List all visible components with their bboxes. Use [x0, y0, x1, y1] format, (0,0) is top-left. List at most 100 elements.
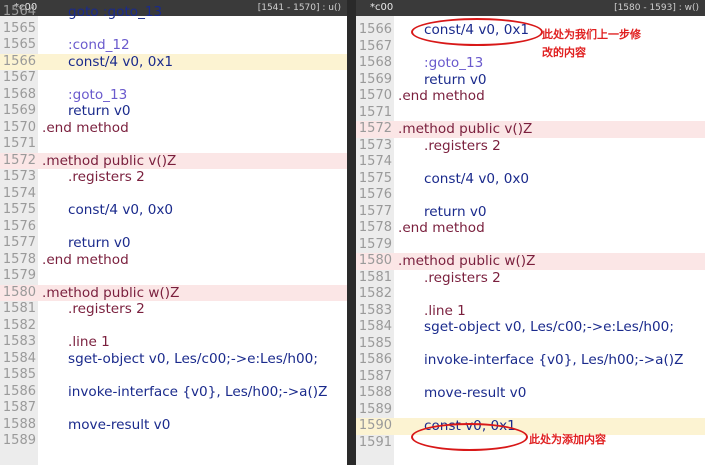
code-text: return v0 [424, 71, 487, 88]
code-line[interactable]: 1576 [356, 187, 705, 204]
code-line[interactable]: 1578 .end method [356, 220, 705, 237]
code-line[interactable]: 1577 return v0 [356, 204, 705, 221]
code-line[interactable]: 1573 .registers 2 [356, 138, 705, 155]
line-number: 1570 [2, 119, 36, 135]
line-number: 1590 [358, 418, 392, 433]
code-text: const/4 v0, 0x0 [68, 202, 174, 218]
code-text: .registers 2 [68, 301, 145, 317]
code-line[interactable]: 1581 .registers 2 [356, 270, 705, 287]
code-text: return v0 [68, 235, 131, 251]
code-text: .end method [42, 119, 129, 136]
line-number: 1579 [2, 268, 36, 283]
line-number: 1583 [358, 302, 392, 318]
line-number: 1566 [2, 53, 36, 69]
code-line[interactable]: 1575 const/4 v0, 0x0 [356, 171, 705, 188]
annotation-top-line2: 改的内容 [542, 46, 586, 59]
line-number: 1581 [2, 301, 36, 316]
code-text: .method public v()Z [398, 121, 533, 137]
code-area-left[interactable]: 1564 goto :goto_13 1565 1565:cond_12 1566 con… [0, 4, 347, 465]
code-text: invoke-interface {v0}, Les/h00;->a()Z [424, 352, 684, 368]
code-line[interactable]: 1583 .line 1 [356, 303, 705, 320]
code-line[interactable]: 1582 [356, 286, 705, 303]
code-line[interactable]: 1587 [0, 400, 347, 417]
code-line[interactable]: 1583 .line 1 [0, 334, 347, 351]
line-number: 1582 [358, 286, 392, 301]
code-line[interactable]: 1571 [356, 105, 705, 122]
code-line[interactable]: 1580 .method public w()Z [356, 253, 705, 270]
line-number: 1580 [358, 253, 392, 268]
code-line[interactable]: 1589 [356, 402, 705, 419]
line-number: 1587 [358, 368, 392, 384]
code-text: .registers 2 [68, 169, 145, 185]
code-line[interactable]: 1579 [356, 237, 705, 254]
code-text: sget-object v0, Les/c00;->e:Les/h00; [68, 350, 318, 367]
code-line[interactable]: 1580 .method public w()Z [0, 284, 347, 301]
code-area-right[interactable]: 1566 const/4 v0, 0x1 1567 1568:goto_13 1569 r… [356, 22, 705, 465]
line-number: 1568 [358, 55, 392, 70]
line-number: 1583 [2, 334, 36, 349]
line-number: 1581 [358, 269, 392, 285]
code-line[interactable]: 1589 [0, 433, 347, 450]
line-number: 1569 [358, 71, 392, 87]
code-line[interactable]: 1588 move-result v0 [356, 385, 705, 402]
code-line[interactable]: 1587 [356, 369, 705, 386]
code-line[interactable]: 1573 .registers 2 [0, 169, 347, 186]
code-line[interactable]: 1581 .registers 2 [0, 301, 347, 318]
line-number: 1571 [358, 104, 392, 120]
code-text: move-result v0 [424, 385, 527, 401]
code-line[interactable]: 1568:goto_13 [0, 87, 347, 104]
line-number: 1589 [2, 433, 36, 448]
code-line[interactable]: 1584 sget-object v0, Les/c00;->e:Les/h00; [0, 351, 347, 368]
editor-panel-left: *c00 [1541 - 1570] : u() 1564 goto :goto_… [0, 0, 347, 465]
code-line[interactable]: 1564 goto :goto_13 [0, 4, 347, 21]
code-line[interactable]: 1585 [356, 336, 705, 353]
code-line[interactable]: 1585 [0, 367, 347, 384]
code-text: .registers 2 [424, 269, 501, 286]
code-line[interactable]: 1569 return v0 [0, 103, 347, 120]
code-line[interactable]: 1571 [0, 136, 347, 153]
file-tab[interactable]: *c00 [370, 0, 393, 16]
code-line[interactable]: 1576 [0, 219, 347, 236]
code-text: .end method [398, 88, 485, 104]
line-number: 1565 [2, 37, 36, 52]
code-line[interactable]: 1567 [0, 70, 347, 87]
code-text: sget-object v0, Les/c00;->e:Les/h00; [424, 319, 674, 335]
code-text: .line 1 [68, 334, 110, 350]
code-line[interactable]: 1579 [0, 268, 347, 285]
code-line[interactable]: 1566 const/4 v0, 0x1 [0, 53, 347, 70]
line-number: 1580 [2, 284, 36, 300]
line-number: 1577 [2, 235, 36, 250]
code-line[interactable]: 1586 invoke-interface {v0}, Les/h00;->a()… [356, 352, 705, 369]
editor-titlebar-right: *c00 [1580 - 1593] : w() [356, 0, 705, 16]
code-line[interactable]: 1574 [0, 186, 347, 203]
code-line[interactable]: 1572 .method public v()Z [356, 121, 705, 138]
code-line[interactable]: 1568 :goto_13 [356, 55, 705, 72]
code-line[interactable]: 1572 .method public v()Z [0, 152, 347, 169]
line-number: 1589 [358, 401, 392, 417]
code-line[interactable]: 1588 move-result v0 [0, 417, 347, 434]
code-line[interactable]: 1565 [0, 21, 347, 38]
code-line[interactable]: 1565 :cond_12 [0, 37, 347, 54]
line-number: 1573 [2, 169, 36, 184]
editor-panel-right: *c00 [1580 - 1593] : w() 1566 const/4 v0,… [356, 0, 705, 465]
code-line[interactable]: 1582 [0, 318, 347, 335]
line-number: 1572 [2, 152, 36, 168]
code-line[interactable]: 1575 const/4 v0, 0x0 [0, 202, 347, 219]
line-number: 1571 [2, 136, 36, 151]
code-line[interactable]: 1578 .end method [0, 252, 347, 269]
code-line[interactable]: 1570 .end method [0, 120, 347, 137]
code-line[interactable]: 1586 invoke-interface {v0}, Les/h00;->a()… [0, 384, 347, 401]
code-text: :cond_12 [68, 37, 130, 53]
code-line[interactable]: 1570 .end method [356, 88, 705, 105]
code-text: :goto_13 [424, 55, 484, 71]
line-number: 1573 [358, 137, 392, 153]
code-line[interactable]: 1577 return v0 [0, 235, 347, 252]
line-number: 1566 [358, 22, 392, 37]
code-line[interactable]: 1569 return v0 [356, 72, 705, 89]
line-number: 1586 [358, 352, 392, 367]
line-number: 1585 [358, 335, 392, 351]
code-line[interactable]: 1584 sget-object v0, Les/c00;->e:Les/h00; [356, 319, 705, 336]
code-line[interactable]: 1567 [356, 39, 705, 56]
code-line[interactable]: 1574 [356, 154, 705, 171]
code-text: invoke-interface {v0}, Les/h00;->a()Z [68, 383, 328, 400]
